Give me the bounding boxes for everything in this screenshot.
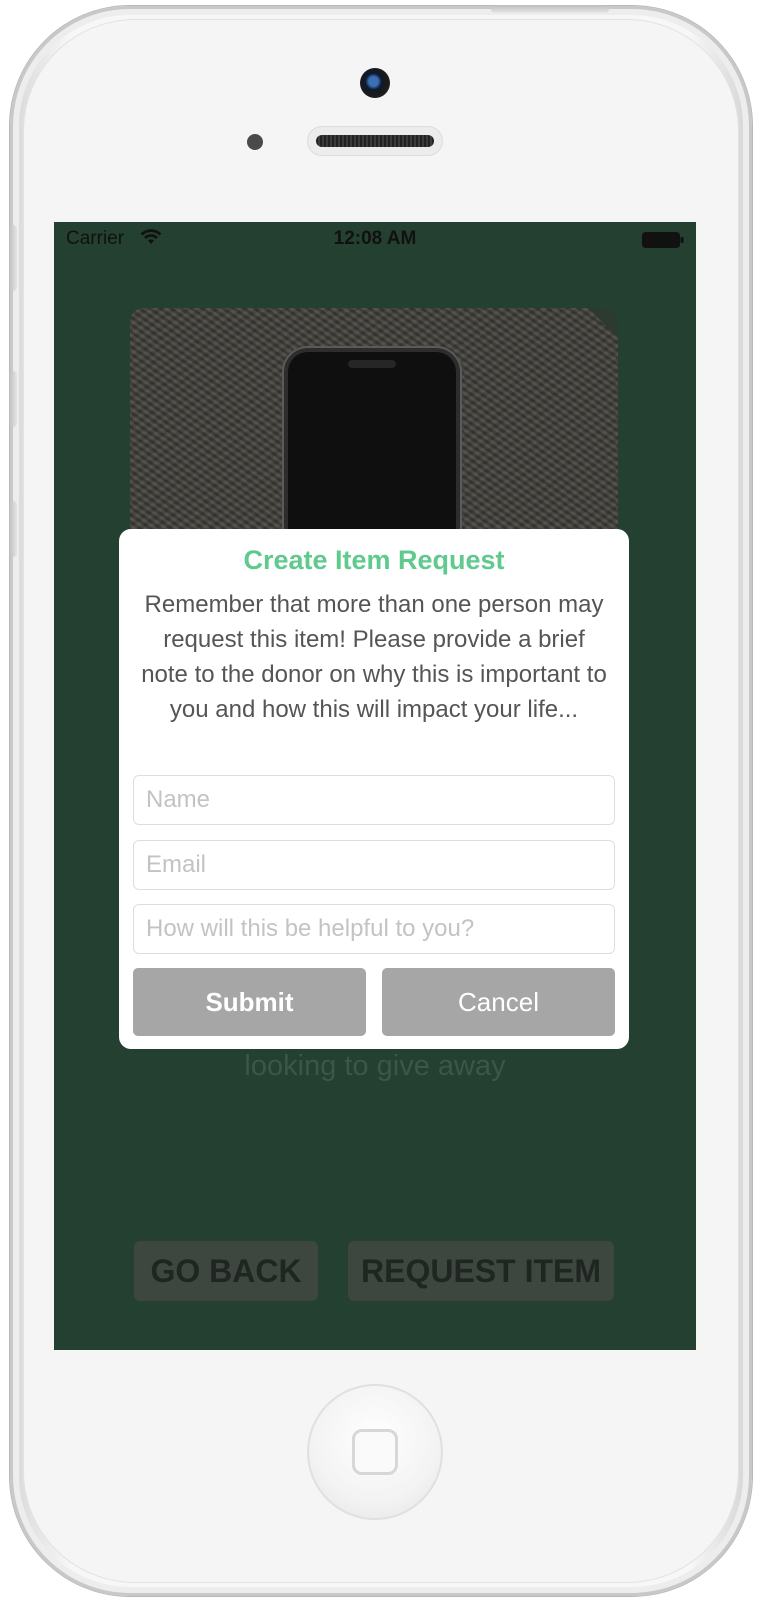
- status-time: 12:08 AM: [333, 228, 417, 249]
- item-description-text: looking to give away: [244, 1050, 506, 1082]
- submit-button[interactable]: Submit: [133, 968, 366, 1036]
- mute-switch: [9, 225, 17, 291]
- dialog-title: Create Item Request: [243, 545, 505, 575]
- power-button: [491, 5, 609, 13]
- earpiece-speaker: [307, 126, 443, 156]
- front-camera-icon: [360, 68, 390, 98]
- proximity-sensor: [247, 134, 263, 150]
- name-field[interactable]: Name: [133, 775, 615, 825]
- volume-down-button: [9, 501, 17, 557]
- item-photo: [130, 308, 618, 538]
- create-item-request-dialog: Create Item Request Remember that more t…: [119, 529, 629, 1049]
- go-back-button[interactable]: GO BACK: [134, 1241, 318, 1301]
- email-field[interactable]: Email: [133, 840, 615, 890]
- status-bar: Carrier 12:08 AM: [54, 222, 696, 256]
- battery-icon: [642, 232, 684, 248]
- app-screen: Carrier 12:08 AM looking to give away GO…: [54, 222, 696, 1350]
- home-button[interactable]: [307, 1384, 443, 1520]
- phone-in-photo: [284, 348, 460, 538]
- home-square-icon: [352, 1429, 398, 1475]
- request-item-button[interactable]: REQUEST ITEM: [348, 1241, 614, 1301]
- dialog-message: Remember that more than one person may r…: [141, 591, 607, 723]
- volume-up-button: [9, 371, 17, 427]
- photo-corner: [588, 308, 618, 338]
- cancel-button[interactable]: Cancel: [382, 968, 615, 1036]
- helpful-reason-field[interactable]: How will this be helpful to you?: [133, 904, 615, 954]
